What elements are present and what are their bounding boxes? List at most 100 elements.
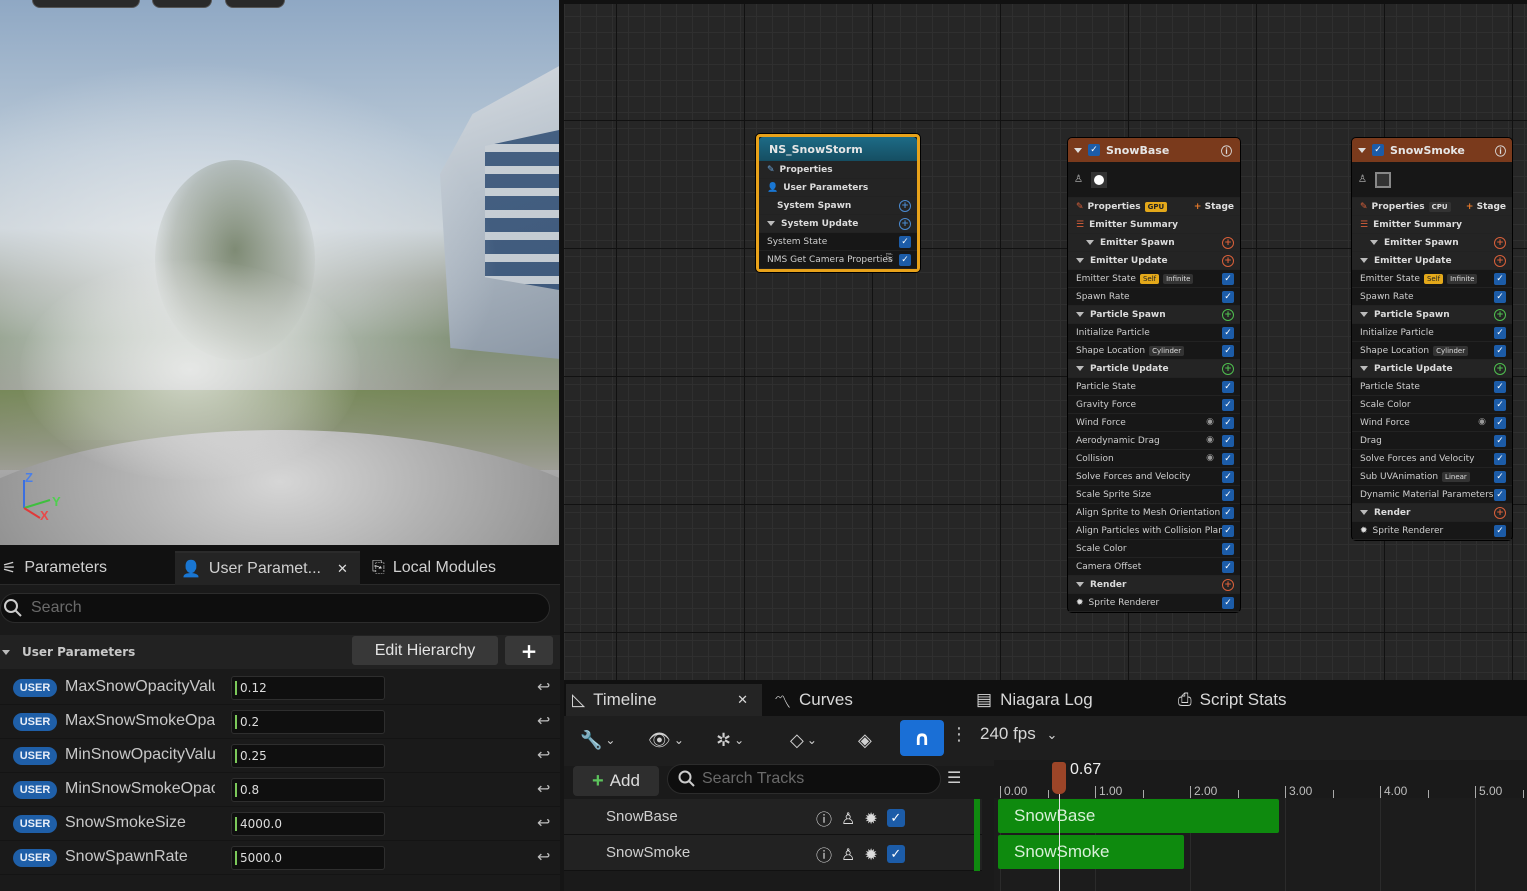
enabled-checkbox[interactable]: ✓ bbox=[1222, 399, 1234, 411]
track-row-snowbase[interactable]: SnowBase ⓘ ♙ ✹ ✓ bbox=[564, 799, 982, 835]
track-row-snowsmoke[interactable]: SnowSmoke ⓘ ♙ ✹ ✓ bbox=[564, 835, 982, 871]
node-row-wind-force[interactable]: Wind Force ◉ ✓ bbox=[1068, 414, 1240, 432]
info-icon[interactable]: ⓘ bbox=[1221, 143, 1232, 159]
add-module-icon[interactable]: + bbox=[1222, 237, 1234, 249]
enabled-checkbox[interactable]: ✓ bbox=[1222, 561, 1234, 573]
add-module-icon[interactable]: + bbox=[899, 218, 911, 230]
enabled-checkbox[interactable]: ✓ bbox=[1222, 345, 1234, 357]
enabled-checkbox[interactable]: ✓ bbox=[886, 845, 905, 863]
node-row-render[interactable]: Render + bbox=[1352, 504, 1512, 522]
reset-arrow-icon[interactable]: ↩ bbox=[537, 813, 550, 832]
parameter-value-field[interactable]: 5000.0 bbox=[231, 846, 385, 870]
enabled-checkbox[interactable]: ✓ bbox=[1494, 399, 1506, 411]
node-row-scale-color[interactable]: Scale Color ✓ bbox=[1352, 396, 1512, 414]
enabled-checkbox[interactable]: ✓ bbox=[1222, 597, 1234, 609]
enabled-checkbox[interactable]: ✓ bbox=[1494, 435, 1506, 447]
node-row-emitter-state[interactable]: Emitter State Self Infinite ✓ bbox=[1352, 270, 1512, 288]
viewport-option-button[interactable] bbox=[32, 0, 140, 8]
isolate-icon[interactable]: ♙ bbox=[1074, 174, 1083, 185]
enabled-checkbox[interactable]: ✓ bbox=[1222, 435, 1234, 447]
emitter-node-snowsmoke[interactable]: ✓ SnowSmoke ⓘ ♙ ✎ Properties CPU + Stage… bbox=[1352, 138, 1512, 540]
eye-icon[interactable]: ◉ bbox=[1206, 435, 1214, 445]
node-row-emitter-summary[interactable]: ☰ Emitter Summary bbox=[1068, 216, 1240, 234]
tab-niagara-log[interactable]: ▤ Niagara Log bbox=[976, 684, 1093, 716]
edit-hierarchy-button[interactable]: Edit Hierarchy bbox=[352, 636, 498, 665]
view-dropdown[interactable]: 👁 ⌄ bbox=[648, 724, 684, 756]
enabled-checkbox[interactable]: ✓ bbox=[899, 236, 911, 248]
track-section-bar[interactable]: SnowBase bbox=[998, 799, 1279, 833]
enabled-checkbox[interactable]: ✓ bbox=[1494, 417, 1506, 429]
reset-arrow-icon[interactable]: ↩ bbox=[537, 779, 550, 798]
node-row-emitter-update[interactable]: Emitter Update + bbox=[1352, 252, 1512, 270]
viewport-option-button[interactable] bbox=[152, 0, 212, 8]
node-row-sub-uvanimation[interactable]: Sub UVAnimation Linear ✓ bbox=[1352, 468, 1512, 486]
reset-arrow-icon[interactable]: ↩ bbox=[537, 711, 550, 730]
reset-arrow-icon[interactable]: ↩ bbox=[537, 847, 550, 866]
more-icon[interactable]: ⋮ bbox=[950, 724, 968, 745]
snap-toggle[interactable]: ∩ bbox=[900, 720, 944, 756]
add-module-icon[interactable]: + bbox=[899, 200, 911, 212]
node-row-particle-update[interactable]: Particle Update + bbox=[1068, 360, 1240, 378]
close-icon[interactable]: ✕ bbox=[737, 692, 748, 708]
add-module-icon[interactable]: + bbox=[1222, 579, 1234, 591]
add-parameter-button[interactable]: + bbox=[505, 636, 553, 665]
enabled-checkbox[interactable]: ✓ bbox=[1494, 489, 1506, 501]
enabled-checkbox[interactable]: ✓ bbox=[1222, 417, 1234, 429]
node-row-system-spawn[interactable]: System Spawn + bbox=[759, 197, 917, 215]
enabled-checkbox[interactable]: ✓ bbox=[1222, 327, 1234, 339]
enabled-checkbox[interactable]: ✓ bbox=[1494, 345, 1506, 357]
add-module-icon[interactable]: + bbox=[1222, 309, 1234, 321]
node-row-user-parameters[interactable]: 👤 User Parameters bbox=[759, 179, 917, 197]
node-row-particle-update[interactable]: Particle Update + bbox=[1352, 360, 1512, 378]
track-section-bar[interactable]: SnowSmoke bbox=[998, 835, 1184, 869]
enabled-checkbox[interactable]: ✓ bbox=[1494, 381, 1506, 393]
isolate-icon[interactable]: ♙ bbox=[1358, 174, 1367, 185]
node-row-sprite-renderer[interactable]: ✹ Sprite Renderer ✓ bbox=[1352, 522, 1512, 540]
node-row-particle-spawn[interactable]: Particle Spawn + bbox=[1068, 306, 1240, 324]
node-row-solve-forces-and-velocity[interactable]: Solve Forces and Velocity ✓ bbox=[1352, 450, 1512, 468]
add-module-icon[interactable]: + bbox=[1222, 363, 1234, 375]
system-overview-graph[interactable]: NS_SnowStorm ✎ Properties 👤 User Paramet… bbox=[560, 0, 1527, 680]
isolate-icon[interactable]: ♙ bbox=[841, 809, 855, 828]
parameter-value-field[interactable]: 0.8 bbox=[231, 778, 385, 802]
node-row-render[interactable]: Render + bbox=[1068, 576, 1240, 594]
enabled-checkbox[interactable]: ✓ bbox=[1494, 453, 1506, 465]
node-row-emitter-state[interactable]: Emitter State Self Infinite ✓ bbox=[1068, 270, 1240, 288]
key-nav-button[interactable]: ◈ bbox=[858, 724, 872, 756]
node-row-wind-force[interactable]: Wind Force ◉ ✓ bbox=[1352, 414, 1512, 432]
node-row-particle-state[interactable]: Particle State ✓ bbox=[1352, 378, 1512, 396]
add-module-icon[interactable]: + bbox=[1222, 255, 1234, 267]
node-row-camera-offset[interactable]: Camera Offset ✓ bbox=[1068, 558, 1240, 576]
fps-dropdown[interactable]: 240 fps ⌄ bbox=[980, 724, 1057, 744]
tab-local-modules[interactable]: ⎘ Local Modules bbox=[366, 551, 526, 585]
viewport-option-button[interactable] bbox=[225, 0, 285, 8]
node-row-align-sprite-to-mesh-orientation[interactable]: Align Sprite to Mesh Orientation ✓ bbox=[1068, 504, 1240, 522]
node-row-sprite-renderer[interactable]: ✹ Sprite Renderer ✓ bbox=[1068, 594, 1240, 612]
node-row-system-state[interactable]: System State ✓ bbox=[759, 233, 917, 251]
playhead-handle[interactable] bbox=[1052, 762, 1066, 794]
key-dropdown[interactable]: ◇ ⌄ bbox=[790, 724, 817, 756]
node-row-system-update[interactable]: System Update + bbox=[759, 215, 917, 233]
emitter-node-snowbase[interactable]: ✓ SnowBase ⓘ ♙ ✎ Properties GPU + Stage … bbox=[1068, 138, 1240, 612]
enabled-checkbox[interactable]: ✓ bbox=[1222, 273, 1234, 285]
search-input[interactable]: Search bbox=[0, 593, 550, 623]
node-row-initialize-particle[interactable]: Initialize Particle ✓ bbox=[1068, 324, 1240, 342]
add-stage-button[interactable]: + Stage bbox=[1466, 202, 1506, 212]
node-row-properties[interactable]: ✎ Properties CPU + Stage bbox=[1352, 198, 1512, 216]
node-row-properties[interactable]: ✎ Properties GPU + Stage bbox=[1068, 198, 1240, 216]
burst-icon[interactable]: ✹ bbox=[864, 809, 877, 828]
node-row-emitter-summary[interactable]: ☰ Emitter Summary bbox=[1352, 216, 1512, 234]
isolate-icon[interactable]: ♙ bbox=[841, 845, 855, 864]
node-row-collision[interactable]: Collision ◉ ✓ bbox=[1068, 450, 1240, 468]
parameter-value-field[interactable]: 0.12 bbox=[231, 676, 385, 700]
eye-icon[interactable]: ◉ bbox=[1206, 453, 1214, 463]
tab-parameters[interactable]: ⚟ Parameters bbox=[0, 551, 166, 585]
enabled-checkbox[interactable]: ✓ bbox=[886, 809, 905, 827]
node-row-spawn-rate[interactable]: Spawn Rate ✓ bbox=[1352, 288, 1512, 306]
add-track-button[interactable]: + Add bbox=[573, 766, 659, 796]
tools-dropdown[interactable]: 🔧 ⌄ bbox=[580, 724, 615, 756]
node-row-drag[interactable]: Drag ✓ bbox=[1352, 432, 1512, 450]
add-module-icon[interactable]: + bbox=[1494, 363, 1506, 375]
node-row-shape-location[interactable]: Shape Location Cylinder ✓ bbox=[1352, 342, 1512, 360]
add-module-icon[interactable]: + bbox=[1494, 255, 1506, 267]
